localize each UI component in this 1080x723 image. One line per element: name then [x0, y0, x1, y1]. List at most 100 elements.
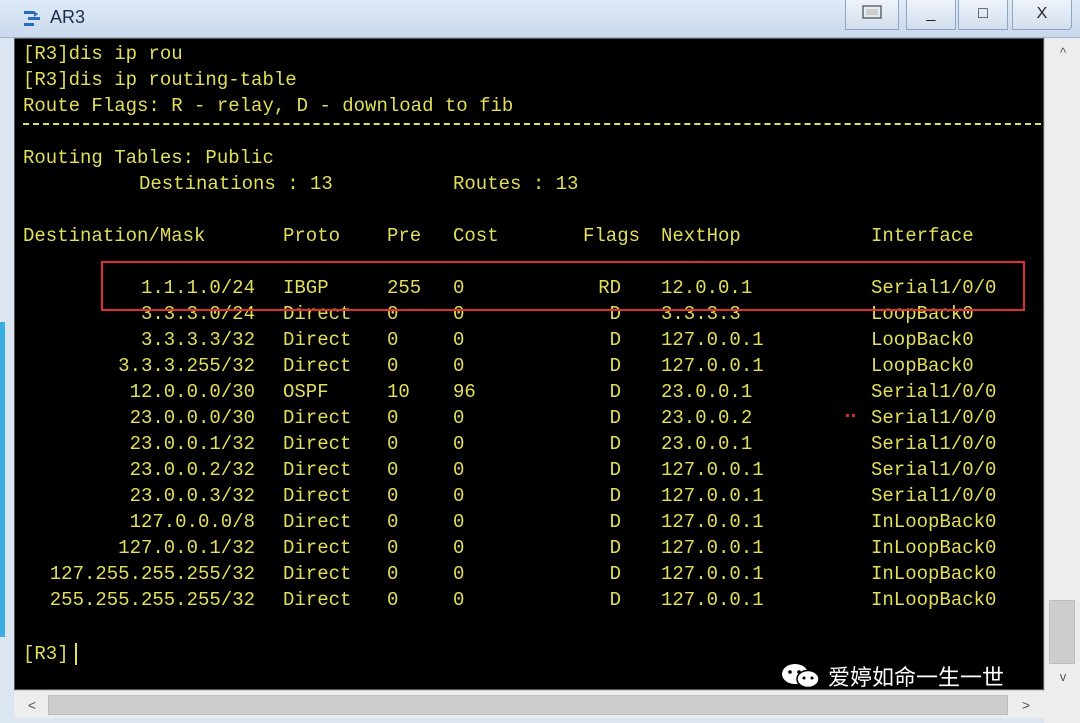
scroll-right-arrow[interactable]: >	[1012, 691, 1040, 719]
cell-pre: 10	[387, 381, 410, 403]
scrollbar-corner	[1044, 690, 1080, 723]
cell-nexthop: 23.0.0.1	[661, 433, 753, 455]
column-header-flags: Flags	[583, 225, 641, 247]
cell-cost: 96	[453, 381, 476, 403]
column-header-cost: Cost	[453, 225, 499, 247]
minimize-button[interactable]: _	[906, 0, 956, 30]
cell-pre: 0	[387, 485, 399, 507]
cell-pre: 0	[387, 563, 399, 585]
section-title: Routing Tables: Public	[23, 147, 274, 169]
window-frame-bottom	[0, 718, 1044, 723]
cell-destination: 3.3.3.255/32	[118, 355, 255, 377]
cell-flags: D	[609, 459, 621, 481]
cell-interface: Serial1/0/0	[871, 459, 997, 481]
cell-destination: 23.0.0.2/32	[129, 459, 255, 481]
cell-destination: 23.0.0.0/30	[129, 407, 255, 429]
cell-nexthop: 23.0.0.2	[661, 407, 753, 429]
cell-destination: 3.3.3.3/32	[140, 329, 255, 351]
cell-proto: Direct	[283, 329, 352, 351]
cell-pre: 0	[387, 511, 399, 533]
routes-count: Routes : 13	[453, 173, 579, 195]
column-header-nexthop: NextHop	[661, 225, 741, 247]
cell-flags: D	[609, 485, 621, 507]
cell-destination: 23.0.0.1/32	[129, 433, 255, 455]
cell-cost: 0	[453, 485, 465, 507]
window-title: AR3	[50, 7, 86, 27]
command-prompt[interactable]: [R3]	[23, 641, 69, 667]
scroll-left-arrow[interactable]: <	[18, 691, 46, 719]
cell-interface: Serial1/0/0	[871, 485, 997, 507]
cell-cost: 0	[453, 537, 465, 559]
cell-proto: OSPF	[283, 381, 329, 403]
cell-pre: 0	[387, 355, 399, 377]
maximize-button[interactable]: □	[958, 0, 1008, 30]
red-dot-artifact	[846, 414, 856, 418]
cell-nexthop: 127.0.0.1	[661, 537, 764, 559]
cell-destination: 127.255.255.255/32	[49, 563, 255, 585]
cell-cost: 0	[453, 511, 465, 533]
column-header-proto: Proto	[283, 225, 341, 247]
terminal-line: Route Flags: R - relay, D - download to …	[23, 95, 514, 117]
cell-nexthop: 127.0.0.1	[661, 459, 764, 481]
wechat-icon	[782, 664, 820, 689]
column-header-interface: Interface	[871, 225, 974, 247]
background-window-strip	[0, 322, 5, 637]
cell-cost: 0	[453, 433, 465, 455]
cell-destination: 127.0.0.1/32	[118, 537, 255, 559]
cell-destination: 23.0.0.3/32	[129, 485, 255, 507]
destinations-count: Destinations : 13	[139, 173, 333, 195]
cell-nexthop: 127.0.0.1	[661, 329, 764, 351]
cell-interface: InLoopBack0	[871, 537, 997, 559]
column-header-destination: Destination/Mask	[23, 225, 206, 247]
cell-pre: 0	[387, 407, 399, 429]
vertical-scrollbar[interactable]: ^ v	[1044, 38, 1080, 690]
cell-interface: LoopBack0	[871, 355, 974, 377]
cell-interface: Serial1/0/0	[871, 381, 997, 403]
cell-proto: Direct	[283, 485, 352, 507]
cell-pre: 0	[387, 537, 399, 559]
cell-cost: 0	[453, 355, 465, 377]
scroll-down-arrow[interactable]: v	[1045, 664, 1080, 690]
vertical-scroll-thumb[interactable]	[1049, 600, 1075, 664]
highlight-annotation-box	[101, 261, 1025, 311]
watermark: 爱婷如命一生一世	[780, 660, 1004, 692]
app-icon	[24, 11, 40, 26]
terminal-line: [R3]dis ip routing-table	[23, 69, 297, 91]
cell-flags: D	[609, 433, 621, 455]
cell-nexthop: 127.0.0.1	[661, 355, 764, 377]
cell-nexthop: 127.0.0.1	[661, 589, 764, 611]
cell-flags: D	[609, 563, 621, 585]
cell-pre: 0	[387, 459, 399, 481]
cell-proto: Direct	[283, 589, 352, 611]
cell-flags: D	[609, 511, 621, 533]
cell-interface: InLoopBack0	[871, 511, 997, 533]
cell-interface: InLoopBack0	[871, 563, 997, 585]
cell-flags: D	[609, 329, 621, 351]
separator-line	[23, 123, 1041, 125]
cell-cost: 0	[453, 563, 465, 585]
cell-proto: Direct	[283, 511, 352, 533]
cell-flags: D	[609, 381, 621, 403]
terminal-line: [R3]dis ip rou	[23, 43, 183, 65]
restore-down-button[interactable]	[845, 0, 899, 30]
cell-flags: D	[609, 407, 621, 429]
horizontal-scrollbar[interactable]: < >	[14, 690, 1044, 718]
cell-proto: Direct	[283, 355, 352, 377]
cell-interface: InLoopBack0	[871, 589, 997, 611]
window-titlebar[interactable]: AR3 _ □ X	[0, 0, 1080, 38]
cell-cost: 0	[453, 329, 465, 351]
cell-flags: D	[609, 355, 621, 377]
cell-pre: 0	[387, 589, 399, 611]
close-button[interactable]: X	[1012, 0, 1072, 30]
cell-cost: 0	[453, 459, 465, 481]
cell-nexthop: 127.0.0.1	[661, 511, 764, 533]
horizontal-scroll-thumb[interactable]	[48, 695, 1008, 715]
cell-destination: 255.255.255.255/32	[49, 589, 255, 611]
scroll-up-arrow[interactable]: ^	[1045, 40, 1080, 66]
cell-destination: 127.0.0.0/8	[129, 511, 255, 533]
terminal-console[interactable]: [R3]dis ip rou [R3]dis ip routing-table …	[14, 38, 1044, 690]
cell-nexthop: 127.0.0.1	[661, 485, 764, 507]
column-header-pre: Pre	[387, 225, 422, 247]
cell-cost: 0	[453, 589, 465, 611]
cell-interface: LoopBack0	[871, 329, 974, 351]
